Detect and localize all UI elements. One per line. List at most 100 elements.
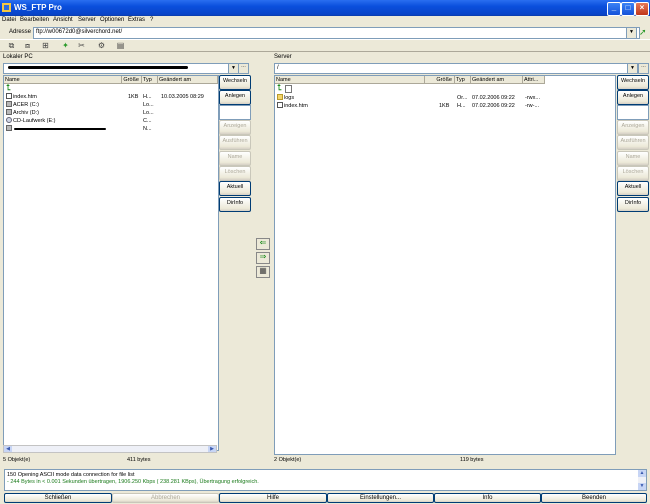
local-status-size: 411 bytes xyxy=(127,457,151,463)
menu-datei[interactable]: Datei xyxy=(2,17,16,23)
file-icon xyxy=(277,102,283,108)
folder-icon xyxy=(277,94,283,100)
local-view-button[interactable]: Anzeigen xyxy=(219,120,251,135)
remote-caption: Server xyxy=(274,54,292,60)
remote-chdir-button[interactable]: Wechseln xyxy=(617,75,649,90)
local-hscroll[interactable]: ◀ ▶ xyxy=(3,445,217,453)
connect-icon[interactable]: ⧉ xyxy=(6,41,17,51)
local-col-type[interactable]: Typ xyxy=(142,76,158,84)
title-bar: WS_FTP Pro _ □ × xyxy=(0,0,650,16)
address-label: Adresse xyxy=(9,29,32,35)
sync-icon[interactable]: ▦ xyxy=(256,266,270,278)
remote-col-name[interactable]: Name xyxy=(275,76,425,84)
remote-file-list[interactable]: Name Größe Typ Geändert am Attri... ⮤ lo… xyxy=(274,75,616,455)
table-row[interactable]: index.htm 1KB H... 07.02.2006 09:22 -rw-… xyxy=(275,102,615,110)
go-connect-icon[interactable]: ➚ xyxy=(639,28,648,38)
address-bar: Adresse ftp://w00672d0@silverchord.net/ … xyxy=(0,26,650,39)
log-vscroll[interactable]: ▲ ▼ xyxy=(638,470,646,490)
transfer-right-icon[interactable]: ⇒ xyxy=(256,252,270,264)
address-input[interactable]: ftp://w00672d0@silverchord.net/ xyxy=(33,27,640,39)
help-button[interactable]: Hilfe xyxy=(219,493,327,503)
table-row[interactable]: index.htm 1KB H... 10.03.2005 08:29 xyxy=(4,93,218,101)
remote-col-date[interactable]: Geändert am xyxy=(471,76,523,84)
app-icon xyxy=(2,3,11,12)
plugin-icon[interactable]: ✦ xyxy=(60,41,71,51)
close-icon[interactable]: × xyxy=(635,2,649,16)
toolbar: ⧉ ⧈ ⊞ ✦ ✂ ⚙ ▤ xyxy=(0,39,650,52)
remote-path-browse-button[interactable]: … xyxy=(638,63,649,74)
menu-optionen[interactable]: Optionen xyxy=(100,17,124,23)
drive-icon xyxy=(6,109,12,115)
cancel-button[interactable]: Abbrechen xyxy=(112,493,219,503)
menu-help[interactable]: ? xyxy=(150,17,153,23)
redacted-path xyxy=(8,66,188,69)
local-parent-dir-row[interactable]: ⮤ xyxy=(4,84,218,92)
local-col-name[interactable]: Name xyxy=(4,76,122,84)
remote-path-dropdown-icon[interactable]: ▼ xyxy=(627,63,638,74)
log-panel[interactable]: 150 Opening ASCII mode data connection f… xyxy=(4,469,647,491)
transfer-left-icon[interactable]: ⇐ xyxy=(256,238,270,250)
remote-exec-button[interactable]: Ausführen xyxy=(617,135,649,150)
local-col-date[interactable]: Geändert am xyxy=(158,76,218,84)
cd-drive-icon xyxy=(6,117,12,123)
table-row[interactable]: logs Or... 07.02.2006 09:22 -rwx... xyxy=(275,94,615,102)
remote-filter-input[interactable] xyxy=(617,105,649,120)
drive-icon xyxy=(6,101,12,107)
local-col-size[interactable]: Größe xyxy=(122,76,142,84)
local-path-browse-button[interactable]: … xyxy=(238,63,249,74)
menu-extras[interactable]: Extras xyxy=(128,17,145,23)
remote-status-count: 2 Objekt(e) xyxy=(274,457,302,463)
close-button[interactable]: Schließen xyxy=(4,493,112,503)
local-status-count: 5 Objekt(e) xyxy=(3,457,31,463)
log-line: 150 Opening ASCII mode data connection f… xyxy=(7,472,135,478)
local-refresh-button[interactable]: Aktuell xyxy=(219,181,251,196)
local-chdir-button[interactable]: Wechseln xyxy=(219,75,251,90)
local-file-list[interactable]: Name Größe Typ Geändert am ⮤ index.htm 1… xyxy=(3,75,219,451)
remote-rename-button[interactable]: Name xyxy=(617,151,649,166)
remote-mkdir-button[interactable]: Anlegen xyxy=(617,90,649,105)
menu-server[interactable]: Server xyxy=(78,17,96,23)
local-exec-button[interactable]: Ausführen xyxy=(219,135,251,150)
options-icon[interactable]: ⚙ xyxy=(96,41,107,51)
table-row[interactable]: CD-Laufwerk (E:) C... xyxy=(4,117,218,125)
site-manager-icon[interactable]: ⊞ xyxy=(40,41,51,51)
table-row[interactable]: Archiv (D:) Lo... xyxy=(4,109,218,117)
info-button[interactable]: Info xyxy=(434,493,541,503)
settings-button[interactable]: Einstellungen... xyxy=(327,493,434,503)
scroll-right-icon[interactable]: ▶ xyxy=(208,446,216,452)
rename-edit-box xyxy=(285,85,292,93)
minimize-icon[interactable]: _ xyxy=(607,2,621,16)
file-icon xyxy=(6,93,12,99)
table-row[interactable]: N... xyxy=(4,125,218,133)
remote-dirinfo-button[interactable]: DirInfo xyxy=(617,197,649,212)
local-mkdir-button[interactable]: Anlegen xyxy=(219,90,251,105)
remote-path-input[interactable]: / xyxy=(274,63,640,74)
remote-col-type[interactable]: Typ xyxy=(455,76,471,84)
view-icon[interactable]: ▤ xyxy=(115,41,126,51)
remote-col-attr[interactable]: Attri... xyxy=(523,76,545,84)
scroll-left-icon[interactable]: ◀ xyxy=(4,446,12,452)
local-filter-input[interactable] xyxy=(219,105,251,120)
disconnect-icon[interactable]: ⧈ xyxy=(22,41,33,51)
remote-status-size: 119 bytes xyxy=(460,457,484,463)
table-row[interactable]: ACER (C:) Lo... xyxy=(4,101,218,109)
scroll-up-icon[interactable]: ▲ xyxy=(638,470,646,477)
exit-button[interactable]: Beenden xyxy=(541,493,647,503)
remote-col-size[interactable]: Größe xyxy=(425,76,455,84)
local-delete-button[interactable]: Löschen xyxy=(219,166,251,181)
local-rename-button[interactable]: Name xyxy=(219,151,251,166)
local-caption: Lokaler PC xyxy=(3,54,33,60)
local-dirinfo-button[interactable]: DirInfo xyxy=(219,197,251,212)
remote-view-button[interactable]: Anzeigen xyxy=(617,120,649,135)
remote-delete-button[interactable]: Löschen xyxy=(617,166,649,181)
remote-parent-dir-row[interactable]: ⮤ xyxy=(275,84,615,93)
menu-bearbeiten[interactable]: Bearbeiten xyxy=(20,17,49,23)
up-folder-icon: ⮤ xyxy=(6,83,11,92)
maximize-icon[interactable]: □ xyxy=(621,2,635,16)
local-path-input[interactable] xyxy=(3,63,240,74)
scroll-down-icon[interactable]: ▼ xyxy=(638,483,646,490)
address-dropdown-icon[interactable]: ▼ xyxy=(626,27,637,39)
remote-refresh-button[interactable]: Aktuell xyxy=(617,181,649,196)
tools-icon[interactable]: ✂ xyxy=(76,41,87,51)
menu-ansicht[interactable]: Ansicht xyxy=(53,17,73,23)
